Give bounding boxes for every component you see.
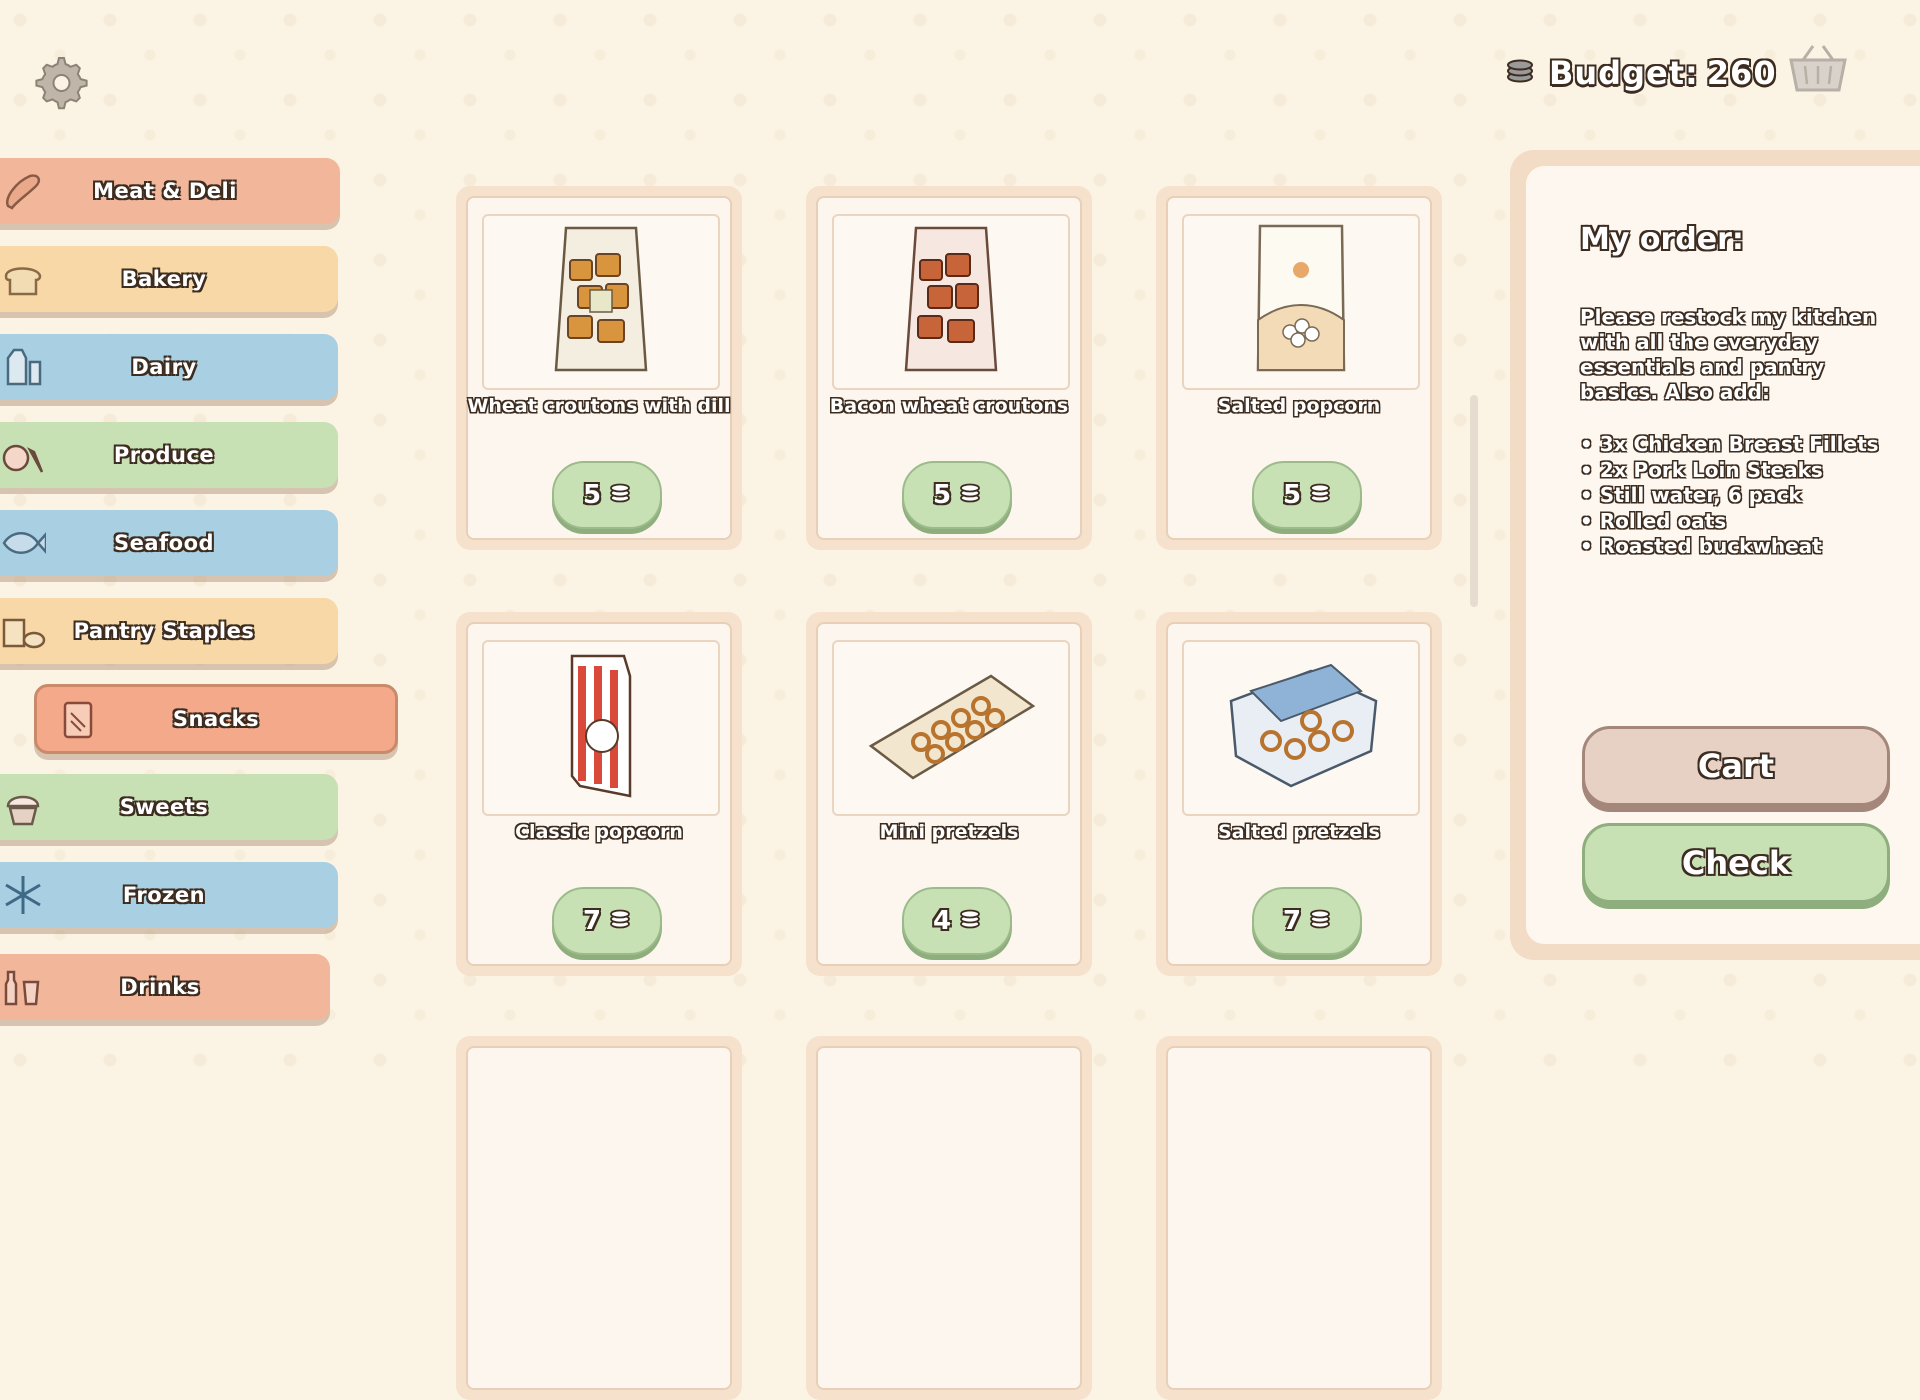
coins-icon (609, 483, 631, 507)
snowflake-icon (0, 872, 46, 918)
product-card-partial[interactable] (806, 1036, 1092, 1400)
price-button[interactable]: 7 (552, 887, 662, 955)
product-image (482, 214, 720, 390)
price-button[interactable]: 5 (1252, 461, 1362, 529)
settings-gear-icon[interactable] (30, 52, 88, 110)
category-produce[interactable]: Produce (0, 422, 338, 488)
popcorn-bag-icon (546, 646, 656, 810)
price-button[interactable]: 5 (552, 461, 662, 529)
product-image (832, 214, 1070, 390)
price-value: 4 (932, 906, 952, 936)
coins-icon (1505, 58, 1535, 88)
product-name: Mini pretzels (879, 821, 1019, 843)
card-body (816, 1046, 1082, 1390)
price-value: 7 (582, 906, 602, 936)
fish-icon (0, 520, 48, 566)
budget-value: 260 (1706, 54, 1777, 92)
product-card[interactable]: Salted pretzels 7 (1156, 612, 1442, 976)
coins-icon (1309, 483, 1331, 507)
product-name: Salted popcorn (1217, 395, 1381, 417)
product-name: Bacon wheat croutons (829, 395, 1069, 417)
cupcake-icon (0, 784, 46, 830)
popcorn-pouch-icon (1246, 220, 1356, 384)
product-card[interactable]: Wheat croutons with dill 5 (456, 186, 742, 550)
product-card[interactable]: Salted popcorn 5 (1156, 186, 1442, 550)
coins-icon (959, 909, 981, 933)
category-label: Seafood (113, 531, 215, 555)
check-button[interactable]: Check (1582, 823, 1890, 903)
category-snacks[interactable]: Snacks (34, 684, 398, 754)
order-title: My order: (1580, 222, 1744, 257)
bottles-icon (0, 964, 46, 1010)
category-pantry-staples[interactable]: Pantry Staples (0, 598, 338, 664)
coins-icon (959, 483, 981, 507)
category-dairy[interactable]: Dairy (0, 334, 338, 400)
product-card[interactable]: Bacon wheat croutons 5 (806, 186, 1092, 550)
product-image (1182, 640, 1420, 816)
price-button[interactable]: 7 (1252, 887, 1362, 955)
category-label: Bakery (121, 267, 207, 291)
budget-display: Budget: 260 (1505, 48, 1777, 98)
coins-icon (609, 909, 631, 933)
category-label: Drinks (120, 975, 200, 999)
card-body (466, 1046, 732, 1390)
category-label: Sweets (119, 795, 209, 819)
cart-button[interactable]: Cart (1582, 726, 1890, 806)
order-item: 3x Chicken Breast Fillets (1580, 432, 1880, 458)
bacon-crouton-bag-icon (896, 220, 1006, 384)
order-items-list: 3x Chicken Breast Fillets 2x Pork Loin S… (1580, 432, 1880, 560)
crouton-bag-icon (546, 220, 656, 384)
category-bakery[interactable]: Bakery (0, 246, 338, 312)
sausage-icon (0, 168, 46, 214)
milk-carton-icon (0, 344, 46, 390)
order-description: Please restock my kitchen with all the e… (1580, 305, 1877, 404)
product-name: Salted pretzels (1218, 821, 1380, 843)
product-image (1182, 214, 1420, 390)
coins-icon (1309, 909, 1331, 933)
pretzel-tub-icon (1211, 661, 1391, 795)
price-value: 5 (932, 480, 952, 510)
product-name: Classic popcorn (515, 821, 683, 843)
product-name: Wheat croutons with dill (467, 395, 731, 417)
order-item: 2x Pork Loin Steaks (1580, 458, 1880, 484)
category-meat-deli[interactable]: Meat & Deli (0, 158, 340, 224)
category-seafood[interactable]: Seafood (0, 510, 338, 576)
category-label: Frozen (122, 883, 206, 907)
mini-pretzel-bag-icon (861, 666, 1041, 790)
category-label: Produce (113, 443, 215, 467)
snack-bag-icon (55, 697, 101, 743)
product-card-partial[interactable] (456, 1036, 742, 1400)
category-label: Dairy (131, 355, 197, 379)
product-image (832, 640, 1070, 816)
price-value: 7 (1282, 906, 1302, 936)
product-card-partial[interactable] (1156, 1036, 1442, 1400)
price-value: 5 (1282, 480, 1302, 510)
category-label: Snacks (172, 707, 260, 731)
budget-label: Budget: 260 (1549, 54, 1777, 92)
order-item: Still water, 6 pack (1580, 483, 1880, 509)
price-button[interactable]: 5 (902, 461, 1012, 529)
category-sweets[interactable]: Sweets (0, 774, 338, 840)
product-card[interactable]: Mini pretzels 4 (806, 612, 1092, 976)
shopping-basket-icon[interactable] (1785, 42, 1851, 94)
price-button[interactable]: 4 (902, 887, 1012, 955)
category-frozen[interactable]: Frozen (0, 862, 338, 928)
order-item: Rolled oats (1580, 509, 1880, 535)
apple-carrot-icon (0, 432, 46, 478)
card-body (1166, 1046, 1432, 1390)
product-card[interactable]: Classic popcorn 7 (456, 612, 742, 976)
category-label: Meat & Deli (93, 179, 237, 203)
price-value: 5 (582, 480, 602, 510)
category-label: Pantry Staples (73, 619, 255, 643)
product-scrollbar[interactable] (1470, 395, 1478, 607)
pantry-jar-icon (0, 608, 46, 654)
bread-icon (0, 256, 46, 302)
order-item: Roasted buckwheat (1580, 534, 1880, 560)
product-image (482, 640, 720, 816)
category-drinks[interactable]: Drinks (0, 954, 330, 1020)
